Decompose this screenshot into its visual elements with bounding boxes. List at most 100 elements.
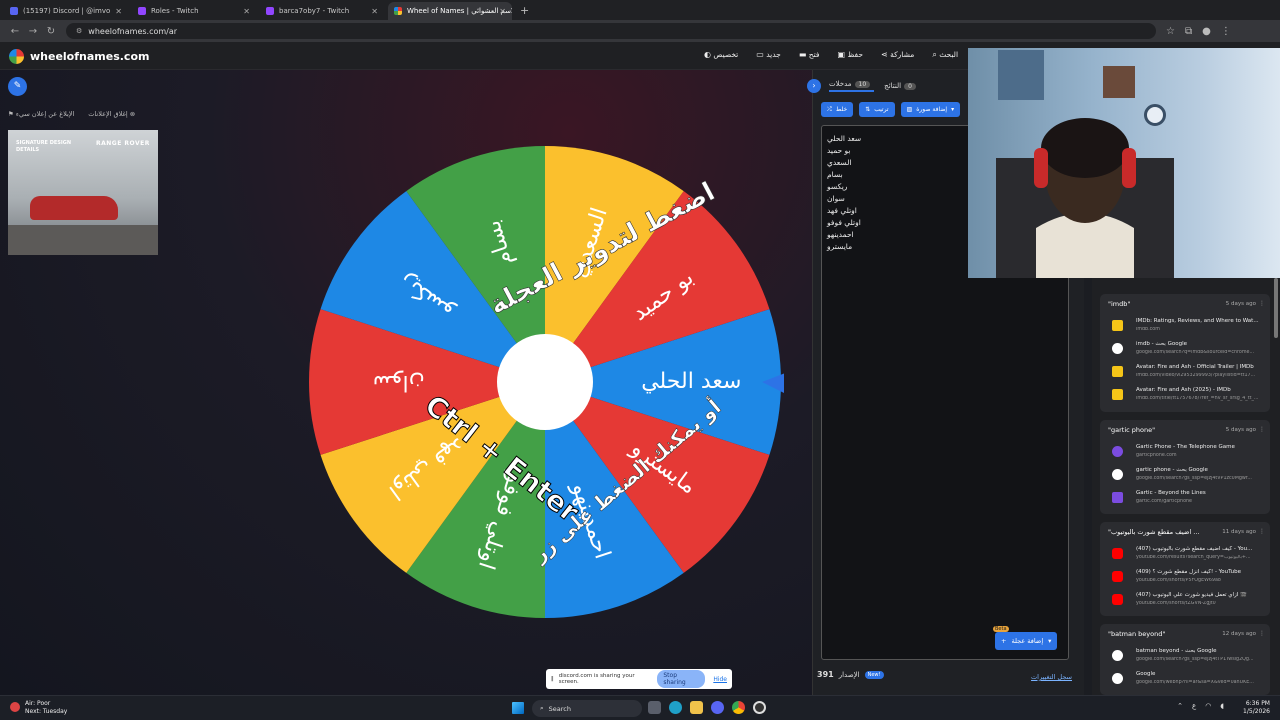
close-tab-icon[interactable]: ✕ [371, 7, 378, 16]
profile-icon[interactable]: ● [1202, 26, 1211, 37]
forward-icon[interactable]: → [24, 26, 42, 37]
add-wheel-button[interactable]: + إضافة عجلة ▾ [995, 632, 1058, 650]
tray-chevron-icon[interactable]: ⌃ [1177, 702, 1183, 710]
menu-label: حفظ [847, 50, 863, 59]
tab-entries[interactable]: مدخلات 10 [829, 80, 875, 92]
wheel[interactable]: سعد الحلي مايسترو احمدينهو اوتلي فوفو اوتلي … [306, 146, 790, 624]
history-item-url: google.com/webhp?hl=ar&sa=X&ved=0ahUKE..… [1136, 680, 1254, 685]
history-query[interactable]: "batman beyond" [1108, 630, 1165, 638]
history-item[interactable]: (409) كيف انزل مقطع شورت ؟! - YouTube you… [1108, 567, 1268, 589]
site-logo[interactable]: wheelofnames.com [9, 49, 149, 64]
tab-results[interactable]: النتائج 0 [884, 82, 920, 90]
entries-toolbar: ⤮ خلط ⇅ ترتيب ▨ إضافة صورة ▾ [821, 102, 985, 117]
shuffle-button[interactable]: ⤮ خلط [821, 102, 854, 117]
close-tab-icon[interactable]: ✕ [243, 7, 250, 16]
browser-history-panel: "imdb" 5 days ago ⋮ IMDb: Ratings, Revie… [1092, 278, 1280, 695]
site-info-icon[interactable]: ⚙ [76, 27, 82, 35]
reload-icon[interactable]: ↻ [42, 26, 60, 37]
volume-icon[interactable]: ◖ [1220, 702, 1224, 710]
sort-button[interactable]: ⇅ ترتيب [859, 102, 895, 117]
history-item[interactable]: Gartic - Beyond the Lines gartic.com/gart… [1108, 488, 1268, 510]
report-ad-label: الإبلاغ عن إعلان سيء [15, 110, 75, 118]
history-item-title: Google [1136, 671, 1156, 677]
more-options-icon[interactable]: ⋮ [1259, 528, 1265, 535]
wheel-graphic[interactable]: سعد الحليمايسترواحمدينهواوتلي فوفواوتلي … [306, 146, 790, 624]
more-options-icon[interactable]: ⋮ [1259, 630, 1265, 637]
edge-icon[interactable] [669, 701, 682, 714]
save-button[interactable]: ▣ حفظ [833, 50, 863, 60]
changelog-link[interactable]: سجل التغييرات [1031, 673, 1072, 681]
bookmark-star-icon[interactable]: ☆ [1166, 26, 1175, 37]
history-item[interactable]: Avatar: Fire and Ash - Official Trailer … [1108, 362, 1268, 384]
clock-time: 6:36 PM [1245, 700, 1270, 707]
history-item-url: imdb.com/title/tt1757678/?ref_=nv_sr_srs… [1136, 396, 1259, 401]
history-item[interactable]: Google google.com/webhp?hl=ar&sa=X&ved=0a… [1108, 669, 1268, 691]
browser-tab[interactable]: (15197) Discord | @imvo ✕ [4, 2, 128, 20]
obs-icon[interactable] [753, 701, 766, 714]
add-image-button[interactable]: ▨ إضافة صورة ▾ [900, 102, 961, 117]
language-indicator[interactable]: ع [1192, 702, 1196, 710]
new-button[interactable]: ▭ جديد [752, 50, 781, 60]
tab-title: barca7oby7 - Twitch [279, 7, 350, 15]
taskbar-clock[interactable]: 6:36 PM 1/5/2026 [1243, 700, 1270, 716]
taskbar-search[interactable]: ⌕ Search [532, 700, 642, 717]
folder-icon: ▬ [798, 50, 807, 59]
discord-app-icon[interactable] [711, 701, 724, 714]
hide-banner-link[interactable]: Hide [713, 676, 727, 683]
history-item-title: batman beyond - بحث Google [1136, 648, 1217, 654]
history-query[interactable]: "اضيف مقطع شورت باليوتيوب ... [1108, 528, 1199, 536]
history-item[interactable]: imdb - بحث Google google.com/search?q=imd… [1108, 339, 1268, 361]
collapse-panel-icon[interactable]: › [807, 79, 821, 93]
youtube-favicon-icon [1112, 594, 1123, 605]
edit-pencil-icon[interactable]: ✎ [8, 77, 27, 96]
search-icon: ⌕ [540, 704, 544, 712]
stop-sharing-button[interactable]: Stop sharing [657, 670, 706, 688]
history-item[interactable]: (407) كيف اضيف مقطع شورت باليوتيوب - You… [1108, 544, 1268, 566]
menu-label: البحث [939, 50, 959, 59]
new-tab-button[interactable]: + [520, 2, 529, 20]
customize-button[interactable]: ◐ تخصيص [700, 50, 738, 60]
close-ads-link[interactable]: إغلاق الإعلانات ⊗ [88, 110, 135, 118]
wifi-icon[interactable]: ◠ [1205, 702, 1211, 710]
browser-tab[interactable]: Roles - Twitch ✕ [132, 2, 256, 20]
share-button[interactable]: ⋖ مشاركة [877, 50, 914, 60]
extensions-icon[interactable]: ⧉ [1185, 26, 1192, 37]
sort-icon: ⇅ [865, 106, 871, 113]
chrome-icon[interactable] [732, 701, 745, 714]
history-item[interactable]: Avatar: Fire and Ash (2025) - IMDb imdb.c… [1108, 385, 1268, 407]
history-item[interactable]: Gartic Phone - The Telephone Game garticp… [1108, 442, 1268, 464]
address-bar[interactable]: ⚙ wheelofnames.com/ar [66, 23, 1156, 39]
history-item-title: Gartic Phone - The Telephone Game [1136, 444, 1235, 450]
browser-tab[interactable]: barca7oby7 - Twitch ✕ [260, 2, 384, 20]
open-button[interactable]: ▬ فتح [795, 50, 820, 60]
history-item[interactable]: (407) ازاي تعمل فيديو شورت علي اليوتيوب … [1108, 590, 1268, 612]
history-query[interactable]: "gartic phone" [1108, 426, 1155, 434]
advertisement-banner[interactable]: SIGNATURE DESIGN DETAILS RANGE ROVER [8, 130, 158, 255]
history-query[interactable]: "imdb" [1108, 300, 1130, 308]
browser-tab-active[interactable]: Wheel of Names | عجلة الاسم العشوائي ✕ [388, 2, 512, 20]
file-explorer-icon[interactable] [690, 701, 703, 714]
history-scrollbar[interactable] [1274, 278, 1278, 338]
windows-start-icon[interactable] [512, 702, 524, 714]
history-date: 12 days ago [1222, 631, 1256, 637]
history-item-title: gartic phone - بحث Google [1136, 467, 1208, 473]
history-item[interactable]: gartic phone - بحث Google google.com/sear… [1108, 465, 1268, 487]
air-quality-icon [10, 702, 20, 712]
history-item[interactable]: IMDb: Ratings, Reviews, and Where to Wat… [1108, 316, 1268, 338]
search-button[interactable]: ⌕ البحث [928, 50, 958, 60]
task-view-icon[interactable] [648, 701, 661, 714]
history-item-title: Avatar: Fire and Ash - Official Trailer … [1136, 364, 1254, 370]
more-options-icon[interactable]: ⋮ [1259, 426, 1265, 433]
history-date: 5 days ago [1225, 427, 1256, 433]
more-options-icon[interactable]: ⋮ [1259, 300, 1265, 307]
wheel-center-hub[interactable] [497, 334, 593, 430]
history-item[interactable]: batman beyond - بحث Google google.com/sea… [1108, 646, 1268, 668]
report-ad-link[interactable]: ⚑ الإبلاغ عن إعلان سيء [8, 110, 74, 118]
menu-dots-icon[interactable]: ⋮ [1221, 26, 1231, 37]
weather-widget[interactable]: Air: Poor Next: Tuesday [10, 700, 67, 716]
tab-title: Wheel of Names | عجلة الاسم العشوائي [407, 7, 512, 15]
url-text: wheelofnames.com/ar [88, 26, 178, 36]
back-icon[interactable]: ← [6, 26, 24, 37]
close-tab-icon[interactable]: ✕ [115, 7, 122, 16]
close-tab-icon[interactable]: ✕ [499, 7, 506, 16]
